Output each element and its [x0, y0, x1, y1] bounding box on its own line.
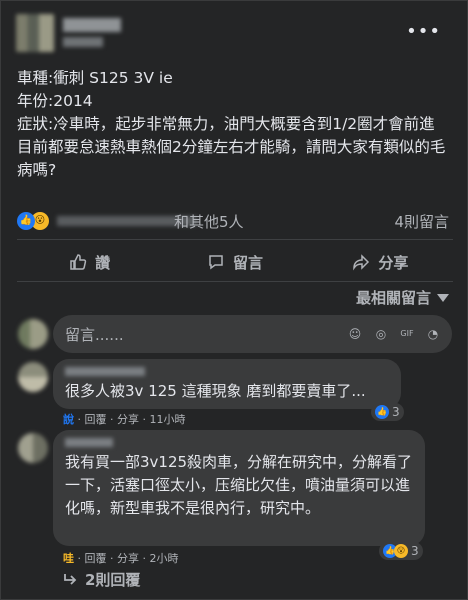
view-replies-link[interactable]: 2則回覆: [63, 569, 140, 590]
author-name-redacted[interactable]: [63, 18, 121, 32]
composer-tools: ☺ ◎ GIF ◔: [338, 325, 442, 343]
comment-icon: [209, 255, 223, 270]
thumbs-up-icon: 👍: [375, 405, 389, 419]
post-card: ••• 車種:衝刺 S125 3V ie 年份:2014 症狀:冷車時，起步非常…: [0, 0, 468, 600]
post-actions: 讚 留言 分享: [17, 246, 453, 278]
view-replies-label: 2則回覆: [85, 571, 141, 589]
more-options-button[interactable]: •••: [406, 21, 441, 42]
reaction-others-text[interactable]: 和其他5人: [174, 211, 244, 232]
divider: [17, 239, 453, 240]
like-button[interactable]: 讚: [17, 246, 162, 278]
comment-sort-dropdown[interactable]: 最相關留言: [356, 287, 449, 308]
sort-label: 最相關留言: [355, 289, 431, 307]
share-label: 分享: [378, 253, 409, 272]
comment-bubble: 我有買一部3v125殺肉車，分解在研究中，分解看了一下，活塞口徑太小，压缩比欠佳…: [53, 430, 425, 546]
share-button[interactable]: 分享: [308, 246, 453, 278]
comment-actions[interactable]: · 回覆 · 分享 · 11小時: [78, 413, 186, 426]
commenter-name-redacted[interactable]: [65, 367, 145, 376]
post-body: 車種:衝刺 S125 3V ie 年份:2014 症狀:冷車時，起步非常無力，油…: [17, 69, 446, 179]
commenter-name-redacted[interactable]: [65, 438, 113, 447]
author-initial[interactable]: 哇: [63, 552, 74, 565]
camera-icon[interactable]: ◎: [372, 325, 390, 343]
post-timestamp-redacted: [63, 37, 103, 47]
like-label: 讚: [95, 253, 111, 272]
comment-text: 我有買一部3v125殺肉車，分解在研究中，分解看了一下，活塞口徑太小，压缩比欠佳…: [65, 453, 413, 517]
comment-composer[interactable]: 留言...... ☺ ◎ GIF ◔: [53, 315, 452, 353]
thumbs-up-icon: [70, 254, 87, 270]
sticker-icon[interactable]: ◔: [424, 325, 442, 343]
divider: [17, 281, 453, 282]
commenter-avatar[interactable]: [18, 362, 48, 392]
gif-icon[interactable]: GIF: [398, 325, 416, 343]
wow-icon: 😮: [394, 544, 408, 558]
reply-arrow-icon: [64, 573, 77, 585]
composer-placeholder: 留言......: [65, 326, 124, 344]
comment-count-link[interactable]: 4則留言: [394, 211, 449, 232]
share-icon: [353, 254, 370, 271]
author-avatar[interactable]: [16, 14, 54, 52]
comment-label: 留言: [232, 253, 263, 272]
author-initial[interactable]: 說: [63, 413, 74, 426]
comment-button[interactable]: 留言: [162, 246, 307, 278]
reaction-count-value: 3: [411, 544, 419, 558]
comment-bubble: 很多人被3v 125 這種現象 磨到都要賣車了...: [53, 359, 401, 409]
comment-meta: 哇 · 回覆 · 分享 · 2小時: [63, 550, 178, 566]
reaction-count-value: 3: [392, 405, 400, 419]
reaction-summary[interactable]: 👍 😮: [17, 211, 197, 231]
thumbs-up-icon: 👍: [17, 212, 35, 230]
comment-actions[interactable]: · 回覆 · 分享 · 2小時: [78, 552, 179, 565]
comment-meta: 說 · 回覆 · 分享 · 11小時: [63, 411, 185, 427]
comment-reaction-count[interactable]: 👍 😮 3: [379, 542, 423, 560]
current-user-avatar[interactable]: [18, 319, 48, 349]
comment-text: 很多人被3v 125 這種現象 磨到都要賣車了...: [65, 382, 366, 400]
comment-reaction-count[interactable]: 👍 3: [371, 403, 404, 421]
commenter-avatar[interactable]: [18, 433, 48, 463]
caret-down-icon: [437, 293, 449, 302]
emoji-icon[interactable]: ☺: [346, 325, 364, 343]
